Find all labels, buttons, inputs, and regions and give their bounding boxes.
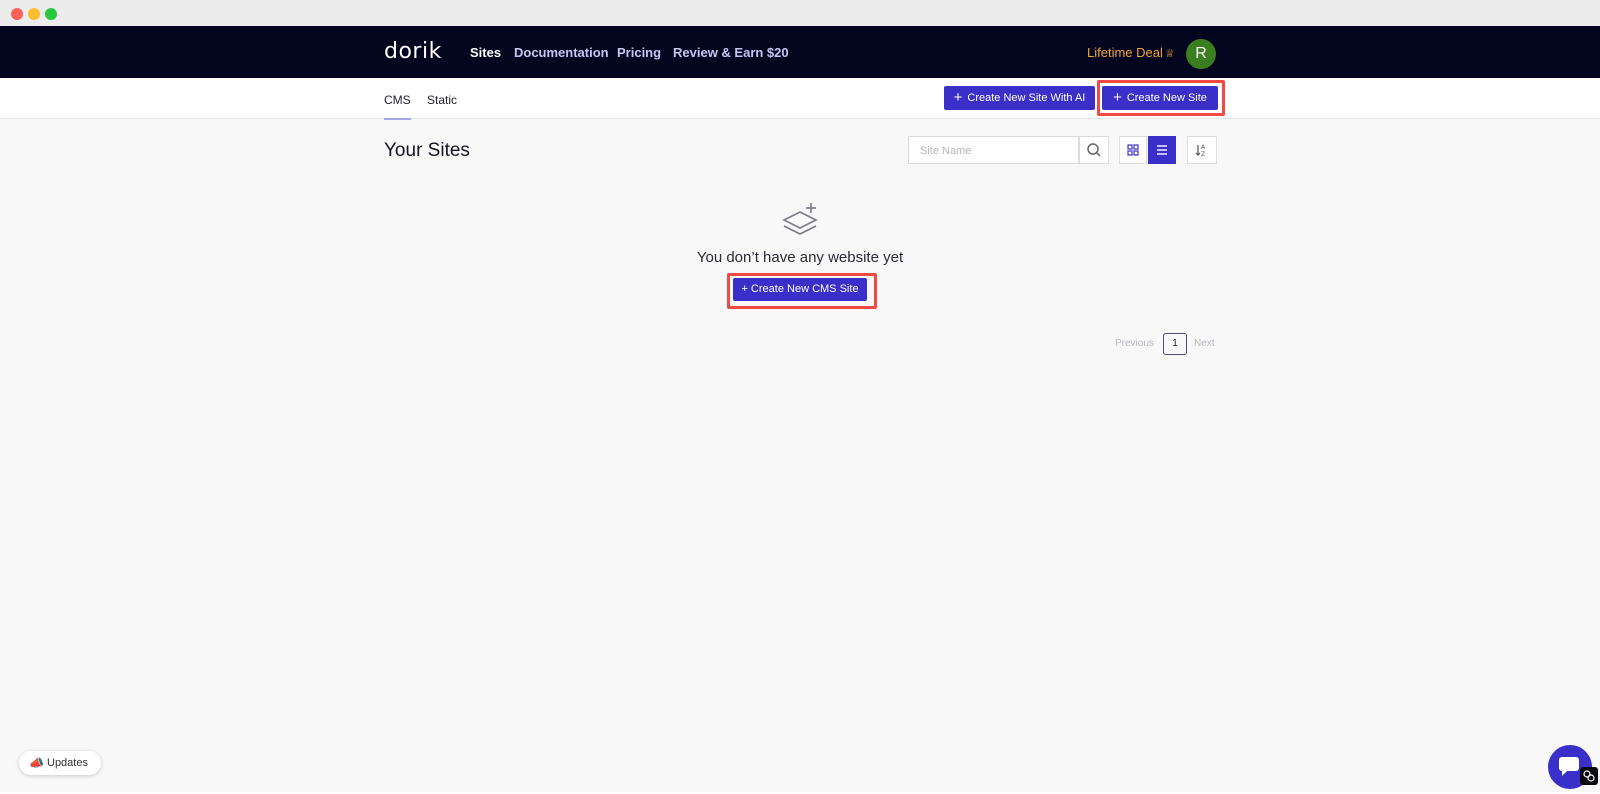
nav-sites[interactable]: Sites (470, 45, 501, 60)
search-button[interactable] (1079, 136, 1109, 164)
sort-button[interactable]: A Z (1187, 136, 1217, 164)
svg-text:Z: Z (1201, 151, 1205, 158)
link-icon (1580, 767, 1598, 785)
user-avatar[interactable]: R (1186, 39, 1216, 69)
create-cms-site-button[interactable]: + Create New CMS Site (733, 278, 867, 301)
tab-cms[interactable]: CMS (384, 93, 411, 120)
create-site-with-ai-label: Create New Site With AI (967, 92, 1086, 104)
lifetime-deal-label: Lifetime Deal (1087, 45, 1163, 60)
plus-icon: + (953, 89, 963, 106)
search-field[interactable] (908, 136, 1079, 164)
grid-icon (1127, 144, 1139, 156)
page-title: Your Sites (384, 140, 470, 161)
nav-review-earn[interactable]: Review & Earn $20 (673, 45, 789, 60)
close-window-icon[interactable] (11, 8, 23, 20)
minimize-window-icon[interactable] (28, 8, 40, 20)
nav-pricing[interactable]: Pricing (617, 45, 661, 60)
top-navigation: dorik Sites Documentation Pricing Review… (0, 26, 1600, 78)
list-icon (1157, 145, 1167, 155)
dorik-logo[interactable]: dorik (384, 39, 442, 64)
browser-window: dorik Sites Documentation Pricing Review… (0, 0, 1600, 792)
pagination-next[interactable]: Next (1194, 338, 1215, 349)
create-site-with-ai-button[interactable]: + Create New Site With AI (944, 86, 1095, 110)
crown-icon: ♕ (1164, 48, 1175, 60)
empty-state-message: You don’t have any website yet (696, 249, 904, 266)
search-icon (1087, 143, 1101, 157)
window-titlebar (0, 0, 1600, 27)
updates-button[interactable]: 📣 Updates (19, 751, 101, 775)
updates-label: Updates (47, 757, 88, 769)
sort-az-icon: A Z (1195, 144, 1206, 158)
maximize-window-icon[interactable] (45, 8, 57, 20)
sub-navigation: CMS Static + Create New Site With AI + Cre… (0, 78, 1600, 120)
nav-documentation[interactable]: Documentation (514, 45, 609, 60)
tab-static[interactable]: Static (427, 93, 457, 107)
megaphone-icon: 📣 (29, 756, 44, 770)
layers-add-icon (782, 203, 818, 235)
pagination-previous[interactable]: Previous (1115, 338, 1154, 349)
create-new-site-label: Create New Site (1126, 92, 1207, 104)
search-input[interactable] (918, 138, 1072, 164)
pagination-page[interactable]: 1 (1163, 333, 1187, 355)
lifetime-deal-link[interactable]: Lifetime Deal ♕ (1087, 45, 1175, 60)
svg-text:A: A (1201, 144, 1206, 151)
list-view-button[interactable] (1148, 136, 1176, 164)
create-new-site-button[interactable]: + Create New Site (1102, 86, 1218, 110)
grid-view-button[interactable] (1119, 136, 1147, 164)
plus-icon: + (1113, 89, 1122, 106)
